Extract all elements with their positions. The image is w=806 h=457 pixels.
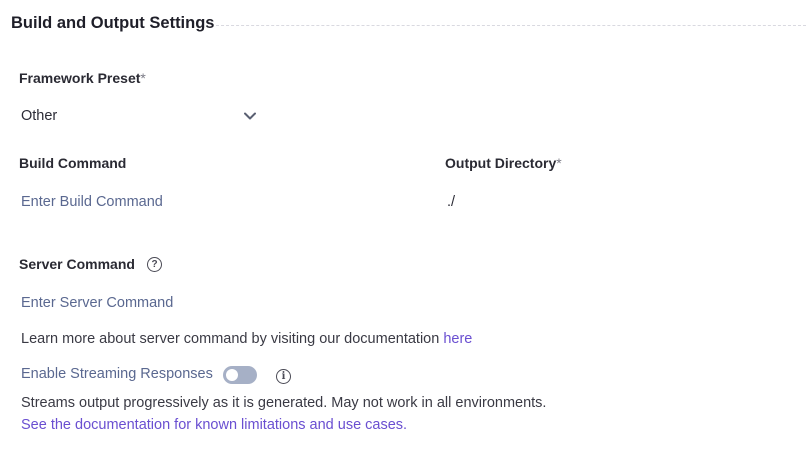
output-directory-label-text: Output Directory bbox=[445, 155, 557, 171]
server-command-label: Server Command bbox=[19, 256, 135, 272]
server-command-help: Learn more about server command by visit… bbox=[21, 331, 472, 347]
server-command-input[interactable] bbox=[21, 292, 401, 314]
framework-preset-select[interactable]: Other bbox=[21, 104, 257, 128]
streaming-toggle-label: Enable Streaming Responses bbox=[21, 366, 213, 382]
question-circle-icon[interactable]: ? bbox=[147, 257, 162, 272]
section-divider bbox=[216, 25, 806, 26]
streaming-documentation-link[interactable]: See the documentation for known limitati… bbox=[21, 417, 407, 433]
required-mark: * bbox=[140, 70, 146, 86]
info-circle-icon[interactable]: i bbox=[276, 369, 291, 384]
documentation-here-link[interactable]: here bbox=[443, 331, 472, 347]
required-mark: * bbox=[556, 155, 562, 171]
framework-preset-value: Other bbox=[21, 108, 58, 124]
server-command-help-text: Learn more about server command by visit… bbox=[21, 331, 444, 347]
chevron-down-icon bbox=[243, 109, 257, 123]
framework-preset-label: Framework Preset* bbox=[19, 70, 146, 86]
build-command-input[interactable] bbox=[21, 191, 401, 213]
output-directory-label: Output Directory* bbox=[445, 155, 562, 171]
build-command-label: Build Command bbox=[19, 155, 127, 171]
section-title: Build and Output Settings bbox=[11, 14, 215, 32]
streaming-toggle[interactable] bbox=[223, 366, 257, 384]
toggle-knob bbox=[226, 369, 238, 381]
framework-preset-label-text: Framework Preset bbox=[19, 70, 141, 86]
output-directory-input[interactable] bbox=[447, 191, 787, 213]
streaming-description: Streams output progressively as it is ge… bbox=[21, 395, 547, 411]
